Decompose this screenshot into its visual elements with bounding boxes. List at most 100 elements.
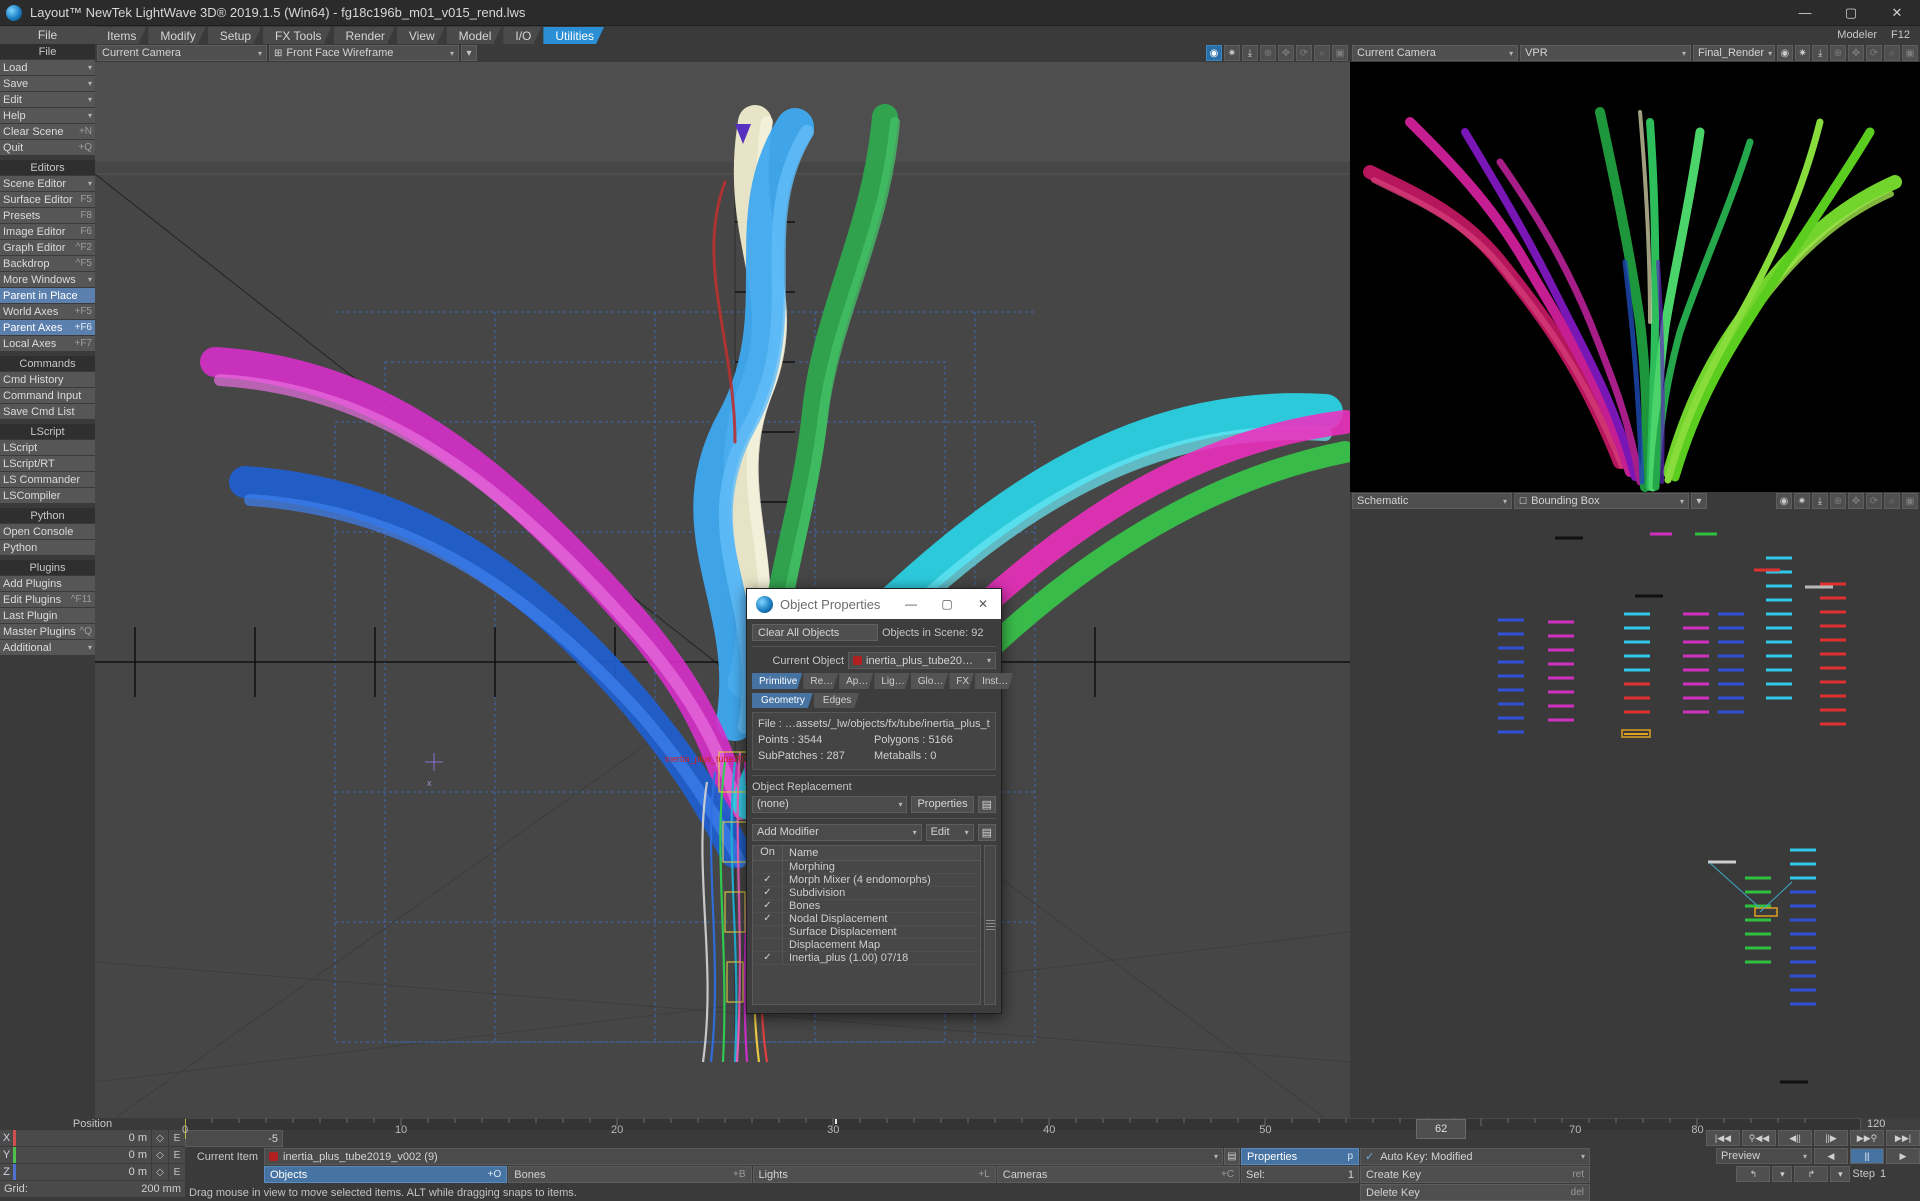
sidebar-item-more-windows[interactable]: More Windows ▾ xyxy=(0,272,95,287)
modifier-edit-select[interactable]: Edit ▾ xyxy=(925,823,974,841)
mode-cameras-button[interactable]: Cameras +C xyxy=(996,1166,1240,1183)
modifier-on-cell[interactable]: ✓ xyxy=(753,912,783,926)
add-modifier-select[interactable]: Add Modifier ▾ xyxy=(752,823,922,841)
dialog-minimize-button[interactable]: — xyxy=(893,589,929,619)
preview-select[interactable]: Preview ▾ xyxy=(1716,1148,1812,1164)
sidebar-item-cmd-history[interactable]: Cmd History xyxy=(0,372,95,387)
vpr-save-icon[interactable]: ⤓ xyxy=(1812,45,1828,61)
center-icon[interactable]: ⊕ xyxy=(1260,45,1276,61)
sidebar-item-edit-plugins[interactable]: Edit Plugins ^F11 xyxy=(0,592,95,607)
clipboard-icon[interactable]: ▤ xyxy=(977,823,996,841)
schematic-gear-icon[interactable]: ✷ xyxy=(1794,493,1810,509)
sidebar-item-parent-axes[interactable]: Parent Axes +F6 xyxy=(0,320,95,335)
viewport-display-mode-select[interactable]: ⊞ Front Face Wireframe ▾ xyxy=(269,45,459,61)
timeline-current-frame[interactable]: 62 xyxy=(1416,1119,1467,1139)
schematic-center-icon[interactable]: ⊕ xyxy=(1830,493,1846,509)
key-icon[interactable]: ◇ xyxy=(152,1130,168,1146)
tab-io[interactable]: I/O xyxy=(503,27,541,44)
modifier-on-cell[interactable]: ✓ xyxy=(753,951,783,965)
list-item[interactable]: ✓ Morph Mixer (4 endomorphs) xyxy=(753,873,980,887)
list-item[interactable]: ✓ Nodal Displacement xyxy=(753,912,980,926)
current-object-select[interactable]: inertia_plus_tube20… ▾ xyxy=(848,652,996,669)
object-replacement-properties-button[interactable]: Properties xyxy=(911,795,974,813)
envelope-button-y[interactable]: E xyxy=(169,1147,185,1163)
list-item[interactable]: ✓ Subdivision xyxy=(753,886,980,900)
vpr-gear-icon[interactable]: ✷ xyxy=(1794,45,1811,61)
sidebar-item-clear-scene[interactable]: Clear Scene +N xyxy=(0,124,95,139)
envelope-button-z[interactable]: E xyxy=(169,1164,185,1180)
vpr-move-icon[interactable]: ✥ xyxy=(1848,45,1864,61)
dialog-maximize-button[interactable]: ▢ xyxy=(929,589,965,619)
modifier-on-cell[interactable] xyxy=(753,860,783,874)
sidebar-item-lscompiler[interactable]: LSCompiler xyxy=(0,488,95,503)
sidebar-item-ls-commander[interactable]: LS Commander xyxy=(0,472,95,487)
sidebar-item-local-axes[interactable]: Local Axes +F7 xyxy=(0,336,95,351)
sidebar-item-master-plugins[interactable]: Master Plugins ^Q xyxy=(0,624,95,639)
autokey-row[interactable]: ✓ Auto Key: Modified ▾ xyxy=(1360,1148,1590,1165)
object-replacement-select[interactable]: (none) ▾ xyxy=(752,795,908,813)
play-forward-button[interactable]: ▶ xyxy=(1886,1148,1920,1164)
schematic-save-icon[interactable]: ⤓ xyxy=(1812,493,1828,509)
coord-value-z[interactable]: 0 m xyxy=(16,1164,151,1180)
tab-modify[interactable]: Modify xyxy=(148,27,205,44)
modifier-on-cell[interactable] xyxy=(753,925,783,939)
dialog-tab-fx[interactable]: FX xyxy=(949,673,974,689)
dialog-tab-primitive[interactable]: Primitive xyxy=(752,673,802,689)
dialog-subtab-edges[interactable]: Edges xyxy=(814,693,859,708)
save-image-icon[interactable]: ⤓ xyxy=(1242,45,1258,61)
sidebar-item-surface-editor[interactable]: Surface Editor F5 xyxy=(0,192,95,207)
sidebar-item-python[interactable]: Python xyxy=(0,540,95,555)
sidebar-item-additional[interactable]: Additional ▾ xyxy=(0,640,95,655)
mode-bones-button[interactable]: Bones +B xyxy=(508,1166,752,1183)
schematic-bounding-select[interactable]: ☐ Bounding Box ▾ xyxy=(1514,493,1689,509)
schematic-extra-menu-icon[interactable]: ▾ xyxy=(1691,493,1707,509)
redo-icon[interactable]: ↱ xyxy=(1794,1166,1829,1182)
schematic-view[interactable] xyxy=(1350,510,1920,1118)
modeler-button[interactable]: Modeler xyxy=(1837,29,1877,41)
vpr-maximize-icon[interactable]: ▣ xyxy=(1902,45,1918,61)
modifier-on-cell[interactable]: ✓ xyxy=(753,899,783,913)
vpr-render-target-select[interactable]: Final_Render ▾ xyxy=(1693,45,1776,61)
vpr-zoom-icon[interactable]: ⌕ xyxy=(1884,45,1900,61)
sidebar-item-command-input[interactable]: Command Input xyxy=(0,388,95,403)
tab-model[interactable]: Model xyxy=(447,27,502,44)
schematic-zoom-icon[interactable]: ⌕ xyxy=(1884,493,1900,509)
tab-render[interactable]: Render xyxy=(334,27,395,44)
checkbox-icon[interactable]: ☐ xyxy=(1519,496,1527,507)
sidebar-item-graph-editor[interactable]: Graph Editor ^F2 xyxy=(0,240,95,255)
sidebar-item-lscript[interactable]: LScript xyxy=(0,440,95,455)
modifier-list[interactable]: Morphing ✓ Morph Mixer (4 endomorphs) ✓ … xyxy=(752,859,981,1005)
vpr-render-mode-select[interactable]: VPR ▾ xyxy=(1520,45,1692,61)
vpr-center-icon[interactable]: ⊕ xyxy=(1830,45,1846,61)
tab-items[interactable]: Items xyxy=(95,27,146,44)
pause-button[interactable]: || xyxy=(1850,1148,1884,1164)
redo-dropdown-icon[interactable]: ▾ xyxy=(1830,1166,1851,1182)
schematic-move-icon[interactable]: ✥ xyxy=(1848,493,1864,509)
maximize-viewport-icon[interactable]: ▣ xyxy=(1332,45,1348,61)
sidebar-item-presets[interactable]: Presets F8 xyxy=(0,208,95,223)
vpr-render-view[interactable] xyxy=(1350,62,1920,492)
mode-lights-button[interactable]: Lights +L xyxy=(752,1166,996,1183)
clear-all-objects-button[interactable]: Clear All Objects xyxy=(752,624,878,641)
sidebar-item-add-plugins[interactable]: Add Plugins xyxy=(0,576,95,591)
vpr-camera-select[interactable]: Current Camera ▾ xyxy=(1352,45,1519,61)
mode-objects-button[interactable]: Objects +O xyxy=(264,1166,508,1183)
sidebar-item-save-cmd-list[interactable]: Save Cmd List xyxy=(0,404,95,419)
viewport-extra-menu-icon[interactable]: ▾ xyxy=(461,45,477,61)
close-button[interactable]: ✕ xyxy=(1874,0,1920,26)
sidebar-item-open-console[interactable]: Open Console xyxy=(0,524,95,539)
tab-fx-tools[interactable]: FX Tools xyxy=(263,27,331,44)
list-item[interactable]: Morphing xyxy=(753,860,980,874)
key-icon[interactable]: ◇ xyxy=(152,1164,168,1180)
modifier-on-cell[interactable]: ✓ xyxy=(753,886,783,900)
maximize-button[interactable]: ▢ xyxy=(1828,0,1874,26)
file-menu-label[interactable]: File xyxy=(0,26,95,44)
tab-view[interactable]: View xyxy=(397,27,445,44)
timeline-end-frame-field[interactable]: 120 xyxy=(1860,1118,1920,1130)
dialog-tab-global[interactable]: Glo… xyxy=(911,673,949,689)
sidebar-item-backdrop[interactable]: Backdrop ^F5 xyxy=(0,256,95,271)
key-icon[interactable]: ◇ xyxy=(152,1147,168,1163)
tab-setup[interactable]: Setup xyxy=(208,27,261,44)
skip-to-end-icon[interactable]: ▶▶| xyxy=(1886,1130,1920,1146)
vpr-rotate-icon[interactable]: ⟳ xyxy=(1866,45,1882,61)
